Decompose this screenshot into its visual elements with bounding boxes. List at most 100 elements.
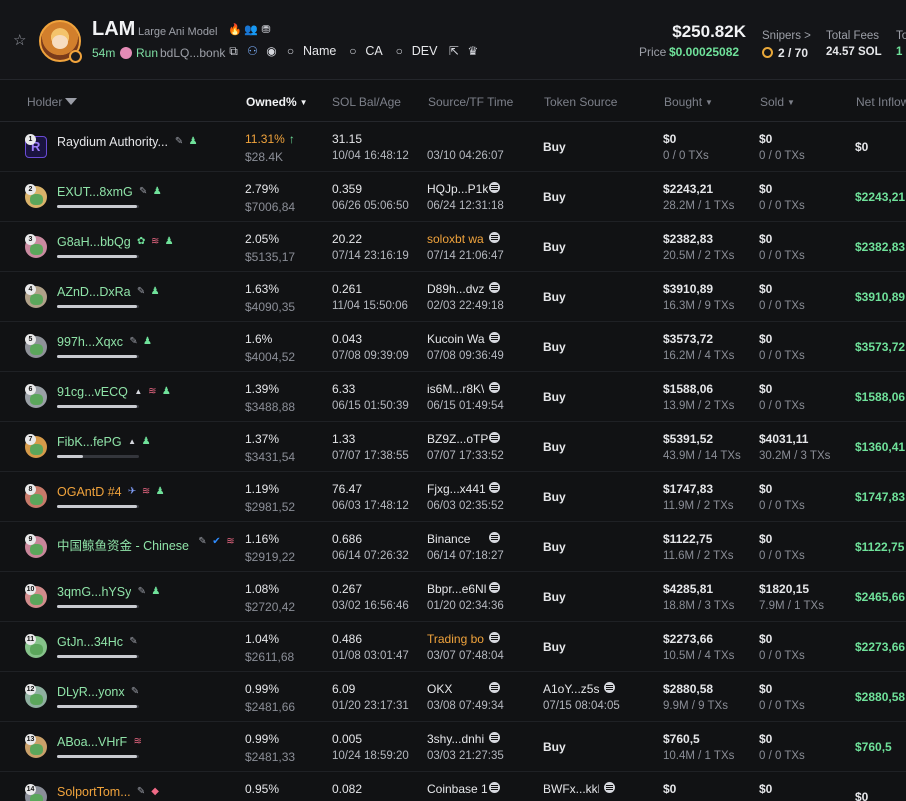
solscan-icon[interactable] — [489, 732, 500, 743]
edit-icon[interactable]: ✎ — [136, 286, 147, 297]
edit-icon[interactable]: ✎ — [128, 336, 139, 347]
funding-source[interactable]: is6M...r8K\ — [427, 382, 484, 396]
solscan-icon[interactable] — [604, 782, 615, 793]
solscan-icon[interactable] — [489, 532, 500, 543]
solscan-icon[interactable] — [489, 482, 500, 493]
holder-name-link[interactable]: EXUT...8xmG — [57, 185, 133, 199]
table-row[interactable]: 9 中国鲸鱼资金 - Chinese ... ✎ ✔ ≋ 1.16% $2919,22 0.6… — [0, 522, 906, 572]
holder-name-link[interactable]: SolportTom... — [57, 785, 131, 799]
funding-source[interactable]: D89h...dvz — [427, 282, 484, 296]
table-row[interactable]: 5 997h...Xqxc ✎ ♟ 1.6% $4004,52 0.043 07/08 09:… — [0, 322, 906, 372]
search-icon[interactable]: ○ — [393, 44, 406, 58]
column-owned[interactable]: Owned% ▼ — [246, 95, 308, 109]
edit-icon[interactable]: ✎ — [197, 536, 208, 547]
funding-time: 03/08 07:49:34 — [427, 700, 504, 712]
funding-source[interactable]: soloxbt wa — [427, 232, 484, 246]
search-icon[interactable]: ○ — [284, 44, 297, 58]
table-row[interactable]: 4 AZnD...DxRa ✎ ♟ 1.63% $4090,35 0.261 11/04 15… — [0, 272, 906, 322]
edit-icon[interactable]: ✎ — [136, 786, 147, 797]
table-row[interactable]: 14 SolportTom... ✎ ◆ 0.95% 0.082 Coinbase 1 BWF… — [0, 772, 906, 801]
copy-icon[interactable]: ⧉ — [227, 44, 240, 58]
sold-amount: 30.2M / 3 TXs — [759, 450, 831, 462]
holder-name-link[interactable]: 997h...Xqxc — [57, 335, 123, 349]
column-source[interactable]: Source/TF Time — [428, 95, 513, 109]
funding-source[interactable]: Fjxg...x441 — [427, 482, 486, 496]
edit-icon[interactable]: ✎ — [136, 586, 147, 597]
solscan-icon[interactable] — [489, 282, 500, 293]
holder-name-link[interactable]: 91cg...vECQ — [57, 385, 128, 399]
bought-amount: 10.5M / 4 TXs — [663, 650, 735, 662]
funding-source[interactable]: Trading bo — [427, 632, 484, 646]
favorite-star-icon[interactable]: ☆ — [13, 33, 27, 48]
edit-icon[interactable]: ✎ — [138, 186, 149, 197]
contract-address[interactable]: bdLQ...bonk — [160, 46, 225, 60]
snipers-label[interactable]: Snipers > — [762, 30, 811, 42]
bought-amount: 10.4M / 1 TXs — [663, 750, 735, 762]
holder-name-link[interactable]: FibK...fePG — [57, 435, 122, 449]
solscan-icon[interactable] — [489, 682, 500, 693]
holding-bar-fill — [57, 405, 138, 408]
solscan-icon[interactable] — [489, 432, 500, 443]
funding-source[interactable]: Coinbase 1 — [427, 782, 488, 796]
table-row[interactable]: 10 3qmG...hYSy ✎ ♟ 1.08% $2720,42 0.267 03/02 1… — [0, 572, 906, 622]
funding-source[interactable]: HQJp...P1k — [427, 182, 488, 196]
column-sol-bal[interactable]: SOL Bal/Age — [332, 95, 401, 109]
search-dev-link[interactable]: DEV — [412, 44, 438, 58]
table-row[interactable]: 12 DLyR...yonx ✎ 0.99% $2481,66 6.09 01/20 23:… — [0, 672, 906, 722]
solscan-icon[interactable] — [489, 232, 500, 243]
owned-percent: 1.63% — [245, 282, 279, 296]
table-row[interactable]: 11 GtJn...34Hc ✎ 1.04% $2611,68 0.486 01/08 03… — [0, 622, 906, 672]
column-sold[interactable]: Sold ▼ — [760, 95, 795, 109]
holder-name-link[interactable]: AZnD...DxRa — [57, 285, 131, 299]
funding-source[interactable]: OKX — [427, 682, 452, 696]
holder-name-link[interactable]: ABoa...VHrF — [57, 735, 127, 749]
holder-name-link[interactable]: G8aH...bbQg — [57, 235, 131, 249]
table-row[interactable]: 1 Raydium Authority... ✎♟ 11.31%↑ $28.4K 31.1… — [0, 122, 906, 172]
solscan-icon[interactable] — [489, 582, 500, 593]
column-token-source[interactable]: Token Source — [544, 95, 617, 109]
external-link-icon[interactable]: ⇱ — [447, 44, 460, 58]
solscan-icon[interactable] — [489, 332, 500, 343]
holder-name-link[interactable]: Raydium Authority... — [57, 135, 168, 149]
solscan-icon[interactable] — [489, 632, 500, 643]
crown-icon[interactable]: ♛ — [466, 44, 479, 58]
filter-icon[interactable] — [65, 98, 78, 105]
funding-source[interactable]: Bbpr...e6Nl — [427, 582, 486, 596]
search-icon[interactable]: ○ — [346, 44, 359, 58]
funding-time: 07/08 09:36:49 — [427, 350, 504, 362]
table-row[interactable]: 3 G8aH...bbQg ✿ ≋ ♟ 2.05% $5135,17 20.22 07/14 2… — [0, 222, 906, 272]
token-source[interactable]: A1oY...z5s — [543, 682, 599, 696]
token-source[interactable]: BWFx...kkk — [543, 782, 599, 796]
holder-name-link[interactable]: OGAntD #4 — [57, 485, 122, 499]
table-row[interactable]: 6 91cg...vECQ ▲ ≋ ♟ 1.39% $3488,88 6.33 06/15 01… — [0, 372, 906, 422]
table-row[interactable]: 2 EXUT...8xmG ✎ ♟ 2.79% $7006,84 0.359 06/26 05… — [0, 172, 906, 222]
column-net-inflow[interactable]: Net Inflow — [856, 95, 906, 109]
solscan-icon[interactable] — [489, 182, 500, 193]
column-bought[interactable]: Bought ▼ — [664, 95, 713, 109]
edit-icon[interactable]: ✎ — [130, 686, 141, 697]
solscan-icon[interactable] — [604, 682, 615, 693]
table-row[interactable]: 13 ABoa...VHrF ≋ 0.99% $2481,33 0.005 10/24 18… — [0, 722, 906, 772]
funding-source[interactable]: Binance — [427, 532, 470, 546]
table-row[interactable]: 8 OGAntD #4 ✈ ≋ ♟ 1.19% $2981,52 76.47 06/03 17:… — [0, 472, 906, 522]
pump-logo-icon[interactable]: ◉ — [265, 44, 278, 58]
search-name-link[interactable]: Name — [303, 44, 336, 58]
edit-icon[interactable]: ✎ — [174, 136, 185, 147]
funding-source[interactable]: 3shy...dnhi — [427, 732, 484, 746]
sold-usd: $0 — [759, 232, 773, 246]
table-row[interactable]: 7 FibK...fePG ▲ ♟ 1.37% $3431,54 1.33 07/07 17:… — [0, 422, 906, 472]
people-icon[interactable]: ⚇ — [246, 44, 259, 58]
solscan-icon[interactable] — [489, 782, 500, 793]
solscan-icon[interactable] — [489, 382, 500, 393]
search-ca-link[interactable]: CA — [365, 44, 382, 58]
holder-name-link[interactable]: 3qmG...hYSy — [57, 585, 131, 599]
holder-name-link[interactable]: 中国鲸鱼资金 - Chinese ... — [57, 535, 192, 554]
price-label: Price — [639, 45, 667, 59]
funding-source[interactable]: Kucoin Wa — [427, 332, 485, 346]
holder-name-link[interactable]: DLyR...yonx — [57, 685, 125, 699]
edit-icon[interactable]: ✎ — [128, 636, 139, 647]
funding-source[interactable]: BZ9Z...oTP — [427, 432, 488, 446]
holder-name-link[interactable]: GtJn...34Hc — [57, 635, 123, 649]
sol-balance: 0.261 — [332, 282, 363, 296]
column-holder[interactable]: Holder — [27, 95, 78, 109]
